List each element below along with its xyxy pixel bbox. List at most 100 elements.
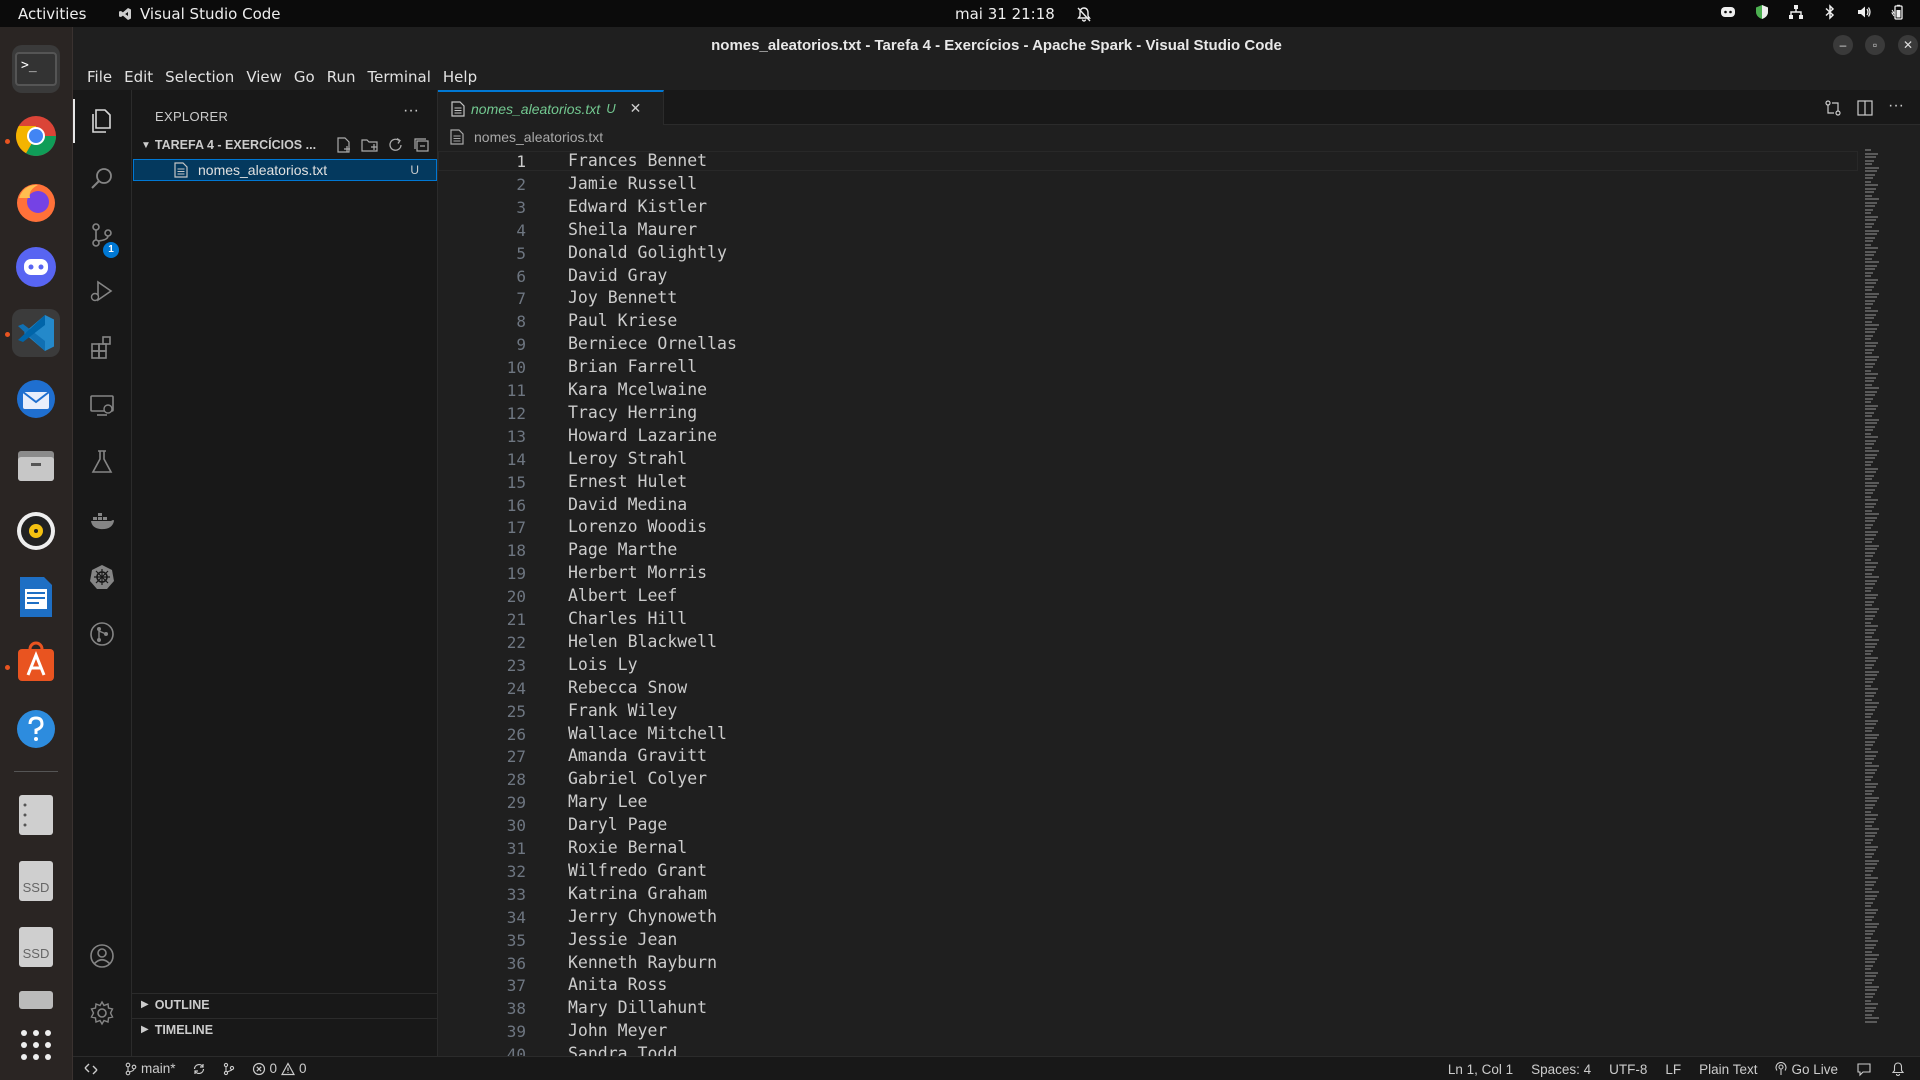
feedback-icon[interactable] [1856,1061,1872,1077]
outline-section[interactable]: ▶ OUTLINE [132,993,437,1015]
tab-nomes-aleatorios[interactable]: nomes_aleatorios.txt U ✕ [438,90,664,125]
code-line[interactable]: Roxie Bernal [568,838,687,857]
testing-button[interactable] [85,445,119,479]
menu-selection[interactable]: Selection [159,68,240,86]
menu-go[interactable]: Go [288,68,321,86]
remote-indicator[interactable] [73,1057,109,1080]
menu-help[interactable]: Help [437,68,483,86]
drive-launcher-3[interactable] [12,989,60,1009]
writer-launcher[interactable] [12,573,60,621]
rhythmbox-launcher[interactable] [12,507,60,555]
code-line[interactable]: Albert Leef [568,586,677,605]
kubernetes-button[interactable] [85,560,119,594]
code-line[interactable]: Brian Farrell [568,357,697,376]
code-line[interactable]: Amanda Gravitt [568,746,707,765]
text-editor[interactable]: 1 Frances Bennet 2 Jamie Russell 3 Edward Kis… [438,149,1920,1056]
code-line[interactable]: Mary Dillahunt [568,998,707,1017]
menu-edit[interactable]: Edit [118,68,159,86]
code-line[interactable]: Jerry Chynoweth [568,907,717,926]
language-mode[interactable]: Plain Text [1699,1062,1757,1077]
breadcrumb-file[interactable]: nomes_aleatorios.txt [474,129,603,145]
menu-run[interactable]: Run [321,68,362,86]
code-line[interactable]: Helen Blackwell [568,632,717,651]
docker-button[interactable] [85,503,119,537]
code-line[interactable]: Ernest Hulet [568,472,687,491]
discord-tray-icon[interactable] [1720,4,1736,20]
code-line[interactable]: Frank Wiley [568,701,677,720]
minimize-button[interactable]: – [1833,35,1853,55]
volume-icon[interactable] [1856,4,1872,20]
accounts-button[interactable] [85,939,119,973]
code-line[interactable]: Edward Kistler [568,197,707,216]
bell-icon[interactable] [1890,1061,1906,1077]
code-line[interactable]: Gabriel Colyer [568,769,707,788]
code-line[interactable]: Joy Bennett [568,288,677,307]
drive-launcher[interactable] [12,791,60,839]
code-line[interactable]: David Medina [568,495,687,514]
firefox-launcher[interactable] [12,178,60,226]
minimap[interactable] [1865,149,1881,1039]
clock[interactable]: mai 31 21:18 [955,5,1091,23]
branch-indicator[interactable]: main* [125,1061,176,1076]
manage-button[interactable] [85,996,119,1030]
code-line[interactable]: Wallace Mitchell [568,724,727,743]
vscode-launcher[interactable] [12,309,60,357]
sync-icon[interactable] [192,1062,206,1076]
code-line[interactable]: Frances Bennet [568,151,707,170]
indentation[interactable]: Spaces: 4 [1531,1062,1591,1077]
ssd-drive-launcher[interactable]: SSD [12,857,60,905]
encoding[interactable]: UTF-8 [1609,1062,1647,1077]
menu-file[interactable]: File [81,68,118,86]
discord-launcher[interactable] [12,243,60,291]
more-actions-icon[interactable]: ··· [1888,98,1904,117]
problems-indicator[interactable]: 0 0 [252,1061,307,1076]
code-line[interactable]: Lois Ly [568,655,638,674]
explorer-button[interactable] [85,104,119,138]
network-icon[interactable] [1788,4,1804,20]
chrome-launcher[interactable] [12,112,60,160]
code-line[interactable]: Mary Lee [568,792,647,811]
window-titlebar[interactable]: nomes_aleatorios.txt - Tarefa 4 - Exercí… [73,27,1920,63]
ssd-drive-launcher-2[interactable]: SSD [12,923,60,971]
code-line[interactable]: Rebecca Snow [568,678,687,697]
code-line[interactable]: Charles Hill [568,609,687,628]
code-line[interactable]: Jessie Jean [568,930,677,949]
thunderbird-launcher[interactable] [12,375,60,423]
breadcrumb[interactable]: nomes_aleatorios.txt [438,125,1920,149]
code-line[interactable]: Jamie Russell [568,174,697,193]
code-line[interactable]: Donald Golightly [568,243,727,262]
code-line[interactable]: Wilfredo Grant [568,861,707,880]
new-file-icon[interactable] [335,137,353,153]
code-line[interactable]: Herbert Morris [568,563,707,582]
git-graph-status-icon[interactable] [222,1062,236,1076]
new-folder-icon[interactable] [361,137,379,153]
menu-view[interactable]: View [240,68,288,86]
menu-terminal[interactable]: Terminal [362,68,437,86]
end-of-line[interactable]: LF [1665,1062,1681,1077]
code-line[interactable]: Tracy Herring [568,403,697,422]
go-live-button[interactable]: Go Live [1775,1062,1838,1077]
app-menu[interactable]: Visual Studio Code [118,5,281,23]
help-launcher[interactable] [12,705,60,753]
search-button[interactable] [85,162,119,196]
code-line[interactable]: Howard Lazarine [568,426,717,445]
code-line[interactable]: Page Marthe [568,540,677,559]
git-graph-button[interactable] [85,617,119,651]
close-tab-icon[interactable]: ✕ [630,100,642,117]
extensions-button[interactable] [85,331,119,365]
code-line[interactable]: Sheila Maurer [568,220,697,239]
system-tray[interactable] [1720,4,1906,20]
code-line[interactable]: Paul Kriese [568,311,677,330]
remote-explorer-button[interactable] [85,388,119,422]
activities-button[interactable]: Activities [18,5,86,23]
run-debug-button[interactable] [85,274,119,308]
restore-button[interactable]: ▫ [1865,35,1885,55]
open-changes-icon[interactable] [1824,99,1842,117]
show-apps-button[interactable] [12,1021,60,1069]
software-launcher[interactable] [12,639,60,687]
code-line[interactable]: Leroy Strahl [568,449,687,468]
code-line[interactable]: Anita Ross [568,975,667,994]
code-line[interactable]: Katrina Graham [568,884,707,903]
code-line[interactable]: Sandra Todd [568,1044,677,1056]
more-actions-icon[interactable]: ··· [403,102,419,120]
